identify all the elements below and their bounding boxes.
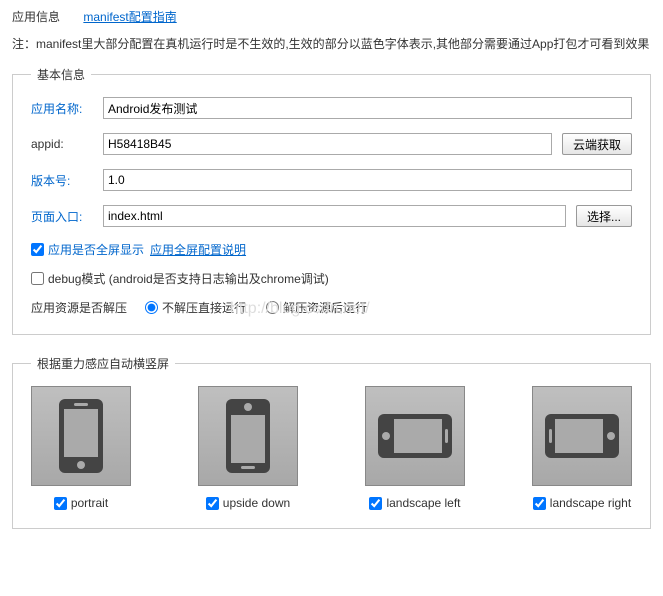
entry-input[interactable] (103, 205, 566, 227)
entry-label: 页面入口: (31, 208, 103, 225)
decompress-opt2-radio[interactable] (266, 301, 279, 314)
orient-upsidedown-label: upside down (223, 496, 290, 510)
phone-portrait-icon (59, 399, 103, 473)
cloud-fetch-button[interactable]: 云端获取 (562, 133, 632, 155)
version-label: 版本号: (31, 172, 103, 189)
orient-tile-landscape-right[interactable] (532, 386, 632, 486)
note-text: 注：manifest里大部分配置在真机运行时是不生效的,生效的部分以蓝色字体表示… (12, 35, 651, 52)
orient-portrait-label: portrait (71, 496, 108, 510)
appname-input[interactable] (103, 97, 632, 119)
orient-landscape-right-label: landscape right (550, 496, 631, 510)
phone-landscape-right-icon (545, 414, 619, 458)
orient-tile-portrait[interactable] (31, 386, 131, 486)
appinfo-label: 应用信息 (12, 10, 60, 24)
fullscreen-checkbox[interactable] (31, 243, 44, 256)
decompress-opt2-label: 解压资源后运行 (283, 299, 367, 316)
debug-label: debug模式 (android是否支持日志输出及chrome调试) (48, 270, 329, 287)
version-input[interactable] (103, 169, 632, 191)
manifest-guide-link[interactable]: manifest配置指南 (83, 10, 176, 24)
decompress-opt1-radio[interactable] (145, 301, 158, 314)
decompress-label: 应用资源是否解压 (31, 299, 127, 316)
debug-checkbox[interactable] (31, 272, 44, 285)
orientation-fieldset: 根据重力感应自动横竖屏 portrait upside down (12, 355, 651, 529)
basic-info-fieldset: 基本信息 应用名称: appid: 云端获取 版本号: 页面入口: 选择... … (12, 66, 651, 335)
orient-upsidedown-checkbox[interactable] (206, 497, 219, 510)
orient-landscape-left: landscape left (365, 386, 465, 510)
appid-label: appid: (31, 137, 103, 151)
choose-button[interactable]: 选择... (576, 205, 632, 227)
orient-tile-landscape-left[interactable] (365, 386, 465, 486)
decompress-opt1-label: 不解压直接运行 (162, 299, 246, 316)
basic-info-legend: 基本信息 (31, 66, 91, 83)
orientation-legend: 根据重力感应自动横竖屏 (31, 355, 175, 372)
phone-upsidedown-icon (226, 399, 270, 473)
orient-landscape-left-label: landscape left (386, 496, 460, 510)
phone-landscape-left-icon (378, 414, 452, 458)
orient-portrait-checkbox[interactable] (54, 497, 67, 510)
fullscreen-label: 应用是否全屏显示 (48, 241, 144, 258)
orient-tile-upsidedown[interactable] (198, 386, 298, 486)
appname-label: 应用名称: (31, 100, 103, 117)
orient-upsidedown: upside down (198, 386, 298, 510)
orient-landscape-right: landscape right (532, 386, 632, 510)
orient-landscape-left-checkbox[interactable] (369, 497, 382, 510)
fullscreen-config-link[interactable]: 应用全屏配置说明 (150, 241, 246, 258)
orient-landscape-right-checkbox[interactable] (533, 497, 546, 510)
orient-portrait: portrait (31, 386, 131, 510)
appid-input[interactable] (103, 133, 552, 155)
